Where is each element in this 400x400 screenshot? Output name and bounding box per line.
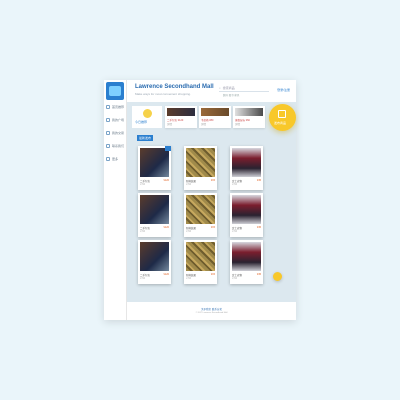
login-link[interactable]: 登录/注册 xyxy=(277,88,290,92)
product-image xyxy=(140,195,169,224)
home-icon xyxy=(106,105,110,109)
recommend-label: 今日推荐 xyxy=(135,120,148,124)
product-image xyxy=(186,242,215,271)
product-price: ¥120 xyxy=(163,179,169,182)
product-card[interactable]: 新鲜蔬果 ¥15 3天前 xyxy=(184,146,217,190)
product-card[interactable]: 二手包包 ¥120 3天前 xyxy=(138,240,171,284)
app-logo[interactable] xyxy=(106,82,124,100)
product-price: ¥120 xyxy=(163,273,169,276)
product-image xyxy=(186,148,215,177)
recommend-card[interactable]: 今日推荐 xyxy=(132,106,162,128)
sidebar-item-label: 联系我们 xyxy=(112,144,125,148)
sidebar-item-contact[interactable]: 联系我们 xyxy=(106,141,124,151)
header: Lawrence Secondhand Mall Make ways for m… xyxy=(127,80,296,103)
product-meta: 3天前 xyxy=(232,184,238,186)
sidebar-item-trades[interactable]: 我的交易 xyxy=(106,128,124,138)
search-input[interactable]: ⌕ 搜索商品 xyxy=(219,85,269,92)
product-price: ¥15 xyxy=(210,226,215,229)
recommend-item[interactable]: 书桌椅 ¥80 详情 xyxy=(199,106,231,128)
sidebar-item-label: 首页推荐 xyxy=(112,105,125,109)
product-meta: 3天前 xyxy=(186,231,192,233)
product-meta: 3天前 xyxy=(140,278,146,280)
product-meta: 3天前 xyxy=(186,278,192,280)
product-card[interactable]: 二手包包 ¥120 3天前 xyxy=(138,146,171,190)
recommend-item-sub: 详情 xyxy=(167,123,173,126)
product-image xyxy=(140,242,169,271)
product-image xyxy=(232,242,261,271)
recommend-item[interactable]: 二手包包 ¥120 详情 xyxy=(165,106,197,128)
product-image xyxy=(186,195,215,224)
search-placeholder: 搜索商品 xyxy=(222,86,235,90)
more-icon xyxy=(106,157,110,161)
cart-icon xyxy=(106,131,110,135)
product-card[interactable]: 女士衣物 ¥45 3天前 xyxy=(230,240,263,284)
post-item-button[interactable]: 发布商品 xyxy=(269,104,296,131)
search-icon: ⌕ xyxy=(219,86,221,90)
footer-copyright: © 2017 Lawrence Secondhand Mall xyxy=(195,312,228,314)
logo-mark xyxy=(109,86,121,96)
app-subtitle: Make ways for most convenient shopping. xyxy=(135,92,191,96)
sidebar: 首页推荐 我的广场 我的交易 联系我们 更多 xyxy=(104,80,127,320)
sidebar-item-square[interactable]: 我的广场 xyxy=(106,115,124,125)
product-card[interactable]: 新鲜蔬果 ¥15 3天前 xyxy=(184,240,217,284)
product-image xyxy=(232,148,261,177)
product-image xyxy=(232,195,261,224)
recommend-item-image xyxy=(235,108,263,116)
main-content: 今日推荐 二手包包 ¥120 详情 书桌椅 ¥80 详情 键盘鼠标 ¥60 详情… xyxy=(127,102,296,320)
product-card[interactable]: 新鲜蔬果 ¥15 3天前 xyxy=(184,193,217,237)
product-price: ¥15 xyxy=(210,179,215,182)
recommend-item-sub: 详情 xyxy=(235,123,241,126)
sidebar-item-label: 更多 xyxy=(112,157,119,161)
product-meta: 3天前 xyxy=(140,184,146,186)
new-badge xyxy=(165,146,171,151)
product-image xyxy=(140,148,169,177)
app-title: Lawrence Secondhand Mall xyxy=(135,84,214,90)
edit-icon xyxy=(278,110,286,118)
sidebar-item-label: 我的广场 xyxy=(112,118,125,122)
sidebar-item-label: 我的交易 xyxy=(112,131,125,135)
product-price: ¥45 xyxy=(256,273,261,276)
sidebar-item-more[interactable]: 更多 xyxy=(106,154,124,164)
recommend-item-sub: 详情 xyxy=(201,123,207,126)
recommend-item[interactable]: 键盘鼠标 ¥60 详情 xyxy=(233,106,265,128)
product-card[interactable]: 女士衣物 ¥45 3天前 xyxy=(230,146,263,190)
product-price: ¥15 xyxy=(210,273,215,276)
product-price: ¥120 xyxy=(163,226,169,229)
product-meta: 3天前 xyxy=(232,278,238,280)
product-meta: 3天前 xyxy=(140,231,146,233)
product-price: ¥45 xyxy=(256,226,261,229)
product-meta: 3天前 xyxy=(186,184,192,186)
section-title: 最新发布 xyxy=(137,135,154,141)
search-tags[interactable]: 数码 图书 家具 xyxy=(223,93,239,97)
phone-icon xyxy=(106,144,110,148)
sidebar-item-home[interactable]: 首页推荐 xyxy=(106,102,124,112)
grid-icon xyxy=(106,118,110,122)
recommend-item-image xyxy=(201,108,229,116)
footer-links[interactable]: 关于我们 联系方式 xyxy=(127,307,296,311)
recommend-item-image xyxy=(167,108,195,116)
product-meta: 3天前 xyxy=(232,231,238,233)
app-window: 首页推荐 我的广场 我的交易 联系我们 更多 Lawrence Secondha… xyxy=(104,80,296,320)
product-card[interactable]: 二手包包 ¥120 3天前 xyxy=(138,193,171,237)
sun-icon xyxy=(143,109,152,118)
footer: 关于我们 联系方式 © 2017 Lawrence Secondhand Mal… xyxy=(127,302,296,320)
product-card[interactable]: 女士衣物 ¥45 3天前 xyxy=(230,193,263,237)
post-item-label: 发布商品 xyxy=(274,121,287,125)
product-price: ¥45 xyxy=(256,179,261,182)
floating-action-button[interactable] xyxy=(273,272,282,281)
